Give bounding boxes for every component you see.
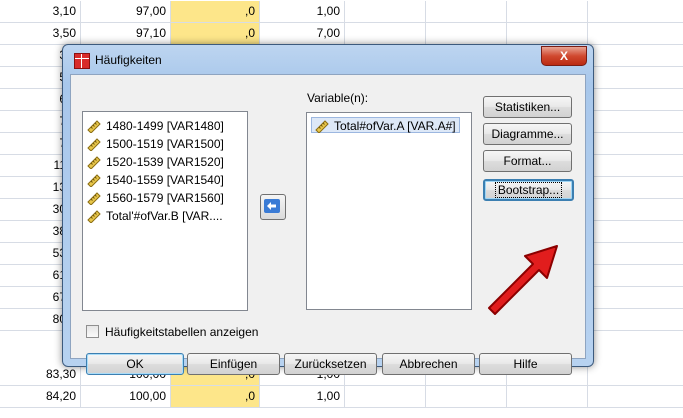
- sheet-row: 3,10 97,00,0 1,00: [0, 1, 683, 23]
- ruler-scale-icon: [315, 120, 329, 133]
- sheet-cell[interactable]: [588, 199, 683, 221]
- format-button[interactable]: Format...: [483, 150, 572, 172]
- ruler-scale-icon: [87, 138, 101, 151]
- arrow-left-icon: [264, 199, 280, 213]
- sheet-cell[interactable]: [426, 1, 507, 23]
- source-variable-label: 1500-1519 [VAR1500]: [106, 136, 224, 151]
- sheet-cell[interactable]: [588, 221, 683, 243]
- sheet-cell[interactable]: 100,00: [81, 386, 171, 408]
- statistics-button[interactable]: Statistiken...: [483, 96, 572, 118]
- sheet-cell[interactable]: [588, 155, 683, 177]
- target-variable-label: Total#ofVar.A [VAR.A#]: [334, 118, 456, 133]
- sheet-cell[interactable]: [588, 364, 683, 386]
- source-variable-label: Total'#ofVar.B [VAR....: [106, 208, 223, 223]
- sheet-cell[interactable]: 3,50: [0, 23, 81, 45]
- source-variable-item[interactable]: 1520-1539 [VAR1520]: [83, 152, 247, 170]
- sheet-cell[interactable]: [345, 23, 426, 45]
- sheet-cell[interactable]: 97,10: [81, 23, 171, 45]
- sheet-cell[interactable]: [426, 23, 507, 45]
- sheet-cell[interactable]: [426, 386, 507, 408]
- sheet-cell[interactable]: [588, 287, 683, 309]
- sheet-cell[interactable]: 1,00: [260, 1, 345, 23]
- table-icon: [74, 53, 90, 69]
- sheet-cell[interactable]: 84,20: [0, 386, 81, 408]
- sheet-cell[interactable]: [588, 386, 683, 408]
- frequency-tables-label: Häufigkeitstabellen anzeigen: [105, 324, 259, 339]
- target-variable-list[interactable]: Total#ofVar.A [VAR.A#]: [306, 112, 472, 310]
- sheet-cell[interactable]: ,0: [171, 1, 260, 23]
- bootstrap-button[interactable]: Bootstrap...: [483, 179, 574, 201]
- sheet-cell[interactable]: 1,00: [260, 386, 345, 408]
- sheet-cell[interactable]: [507, 23, 588, 45]
- ruler-scale-icon: [87, 156, 101, 169]
- source-variable-label: 1560-1579 [VAR1560]: [106, 190, 224, 205]
- sheet-cell[interactable]: [588, 1, 683, 23]
- sheet-cell[interactable]: [507, 1, 588, 23]
- ruler-scale-icon: [87, 192, 101, 205]
- source-variable-item[interactable]: 1480-1499 [VAR1480]: [83, 116, 247, 134]
- red-arrow-pointer: [488, 245, 558, 315]
- sheet-cell[interactable]: [588, 243, 683, 265]
- sheet-cell[interactable]: 83,30: [0, 364, 81, 386]
- sheet-cell[interactable]: 97,00: [81, 1, 171, 23]
- ok-button[interactable]: OK: [86, 353, 184, 375]
- paste-button[interactable]: Einfügen: [187, 353, 280, 375]
- close-icon: X: [559, 49, 568, 63]
- source-variable-label: 1520-1539 [VAR1520]: [106, 154, 224, 169]
- source-variable-item[interactable]: Total'#ofVar.B [VAR....: [83, 206, 247, 224]
- sheet-cell[interactable]: [588, 23, 683, 45]
- sheet-cell[interactable]: [588, 89, 683, 111]
- sheet-row: 3,50 97,10,0 7,00: [0, 23, 683, 45]
- sheet-cell[interactable]: [345, 1, 426, 23]
- source-variable-label: 1540-1559 [VAR1540]: [106, 172, 224, 187]
- variables-label: Variable(n):: [307, 91, 369, 105]
- sheet-cell[interactable]: [588, 45, 683, 67]
- sheet-cell[interactable]: [588, 67, 683, 89]
- sheet-cell[interactable]: 3,10: [0, 1, 81, 23]
- source-variable-list[interactable]: 1480-1499 [VAR1480] 1500-1519 [VAR1500] 15…: [82, 111, 248, 311]
- ruler-scale-icon: [87, 210, 101, 223]
- target-variable-selection: Total#ofVar.A [VAR.A#]: [311, 117, 460, 133]
- ruler-scale-icon: [87, 174, 101, 187]
- move-variable-button[interactable]: [260, 194, 286, 220]
- sheet-cell[interactable]: [588, 177, 683, 199]
- dialog-body: 1480-1499 [VAR1480] 1500-1519 [VAR1500] 15…: [70, 74, 586, 375]
- sheet-cell[interactable]: ,0: [171, 386, 260, 408]
- help-button[interactable]: Hilfe: [479, 353, 572, 375]
- ruler-scale-icon: [87, 120, 101, 133]
- reset-button[interactable]: Zurücksetzen: [284, 353, 377, 375]
- cancel-button[interactable]: Abbrechen: [382, 353, 475, 375]
- source-variable-item[interactable]: 1560-1579 [VAR1560]: [83, 188, 247, 206]
- frequency-tables-checkbox[interactable]: [86, 325, 99, 339]
- sheet-cell[interactable]: [588, 265, 683, 287]
- sheet-cell[interactable]: [588, 111, 683, 133]
- sheet-cell[interactable]: 7,00: [260, 23, 345, 45]
- close-button[interactable]: X: [541, 46, 587, 66]
- target-variable-item[interactable]: Total#ofVar.A [VAR.A#]: [307, 116, 471, 134]
- sheet-cell[interactable]: [507, 386, 588, 408]
- sheet-cell[interactable]: [588, 133, 683, 155]
- charts-button[interactable]: Diagramme...: [483, 123, 572, 145]
- source-variable-label: 1480-1499 [VAR1480]: [106, 118, 224, 133]
- sheet-cell[interactable]: ,0: [171, 23, 260, 45]
- source-variable-item[interactable]: 1540-1559 [VAR1540]: [83, 170, 247, 188]
- frequencies-dialog: Häufigkeiten X 1480-1499 [VAR1480] 1500-1…: [62, 44, 594, 375]
- dialog-titlebar[interactable]: Häufigkeiten X: [63, 45, 593, 75]
- source-variable-item[interactable]: 1500-1519 [VAR1500]: [83, 134, 247, 152]
- sheet-cell[interactable]: [588, 309, 683, 331]
- frequency-tables-option[interactable]: Häufigkeitstabellen anzeigen: [86, 324, 258, 339]
- sheet-cell[interactable]: [345, 386, 426, 408]
- sheet-row: 84,20 100,00,0 1,00: [0, 386, 683, 408]
- dialog-title: Häufigkeiten: [95, 53, 162, 67]
